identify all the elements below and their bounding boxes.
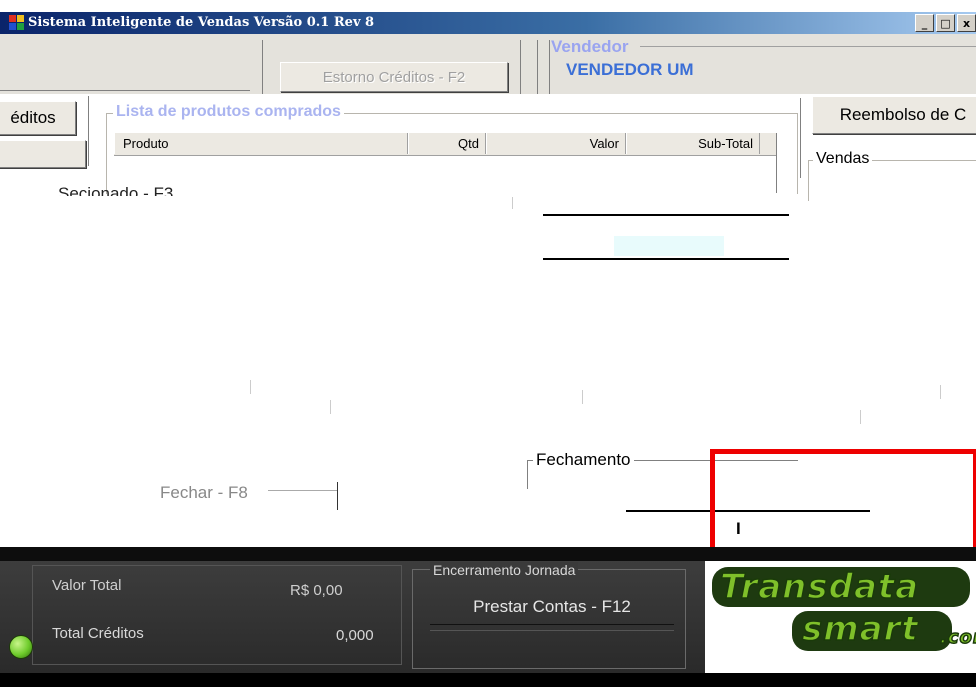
logo-smart-text: smart bbox=[801, 608, 919, 650]
col-valor[interactable]: Valor bbox=[486, 133, 626, 154]
col-qtd[interactable]: Qtd bbox=[408, 133, 486, 154]
vendas-label: Vendas bbox=[813, 150, 873, 168]
vendedor-value: VENDEDOR UM bbox=[566, 60, 694, 79]
close-button[interactable]: x bbox=[957, 14, 976, 32]
vendedor-label: Vendedor bbox=[551, 37, 629, 56]
reembolso-creditos-button[interactable]: Reembolso de C bbox=[812, 96, 976, 134]
maximize-button[interactable]: □ bbox=[936, 14, 955, 32]
status-led-icon bbox=[9, 635, 33, 659]
prestar-contas-button[interactable]: Prestar Contas - F12 bbox=[430, 590, 674, 625]
title-bar[interactable]: Sistema Inteligente de Vendas Versão 0.1… bbox=[0, 12, 976, 34]
app-icon bbox=[9, 15, 25, 31]
logo-transdata-text: Transdata bbox=[719, 566, 920, 608]
minimize-button[interactable]: _ bbox=[915, 14, 934, 32]
col-produto[interactable]: Produto bbox=[114, 133, 408, 154]
fechamento-label: Fechamento bbox=[533, 450, 634, 470]
products-title: Lista de produtos comprados bbox=[113, 103, 344, 121]
text-caret: I bbox=[736, 519, 741, 538]
cyan-fragment bbox=[614, 236, 724, 256]
fechar-button[interactable]: Fechar - F8 bbox=[160, 483, 248, 503]
total-creditos-value: 0,000 bbox=[336, 627, 374, 644]
valor-total-label: Valor Total bbox=[52, 577, 122, 594]
products-table-header: Produto Qtd Valor Sub-Total bbox=[114, 133, 776, 156]
selecionado-fragment: Secionado - F3 bbox=[58, 184, 174, 196]
encerramento-button-2[interactable] bbox=[430, 630, 674, 661]
left-button-2[interactable] bbox=[0, 140, 86, 168]
transdata-logo: Transdata smart .com bbox=[706, 561, 976, 673]
logo-com-text: .com bbox=[939, 626, 976, 649]
total-creditos-label: Total Créditos bbox=[52, 625, 144, 642]
valor-total-value: R$ 0,00 bbox=[290, 582, 343, 599]
estorno-creditos-button[interactable]: Estorno Créditos - F2 bbox=[280, 62, 508, 92]
encerramento-label: Encerramento Jornada bbox=[430, 562, 579, 578]
creditos-button[interactable]: éditos bbox=[0, 101, 76, 135]
window-title: Sistema Inteligente de Vendas Versão 0.1… bbox=[28, 15, 375, 30]
col-subtotal[interactable]: Sub-Total bbox=[626, 133, 760, 154]
